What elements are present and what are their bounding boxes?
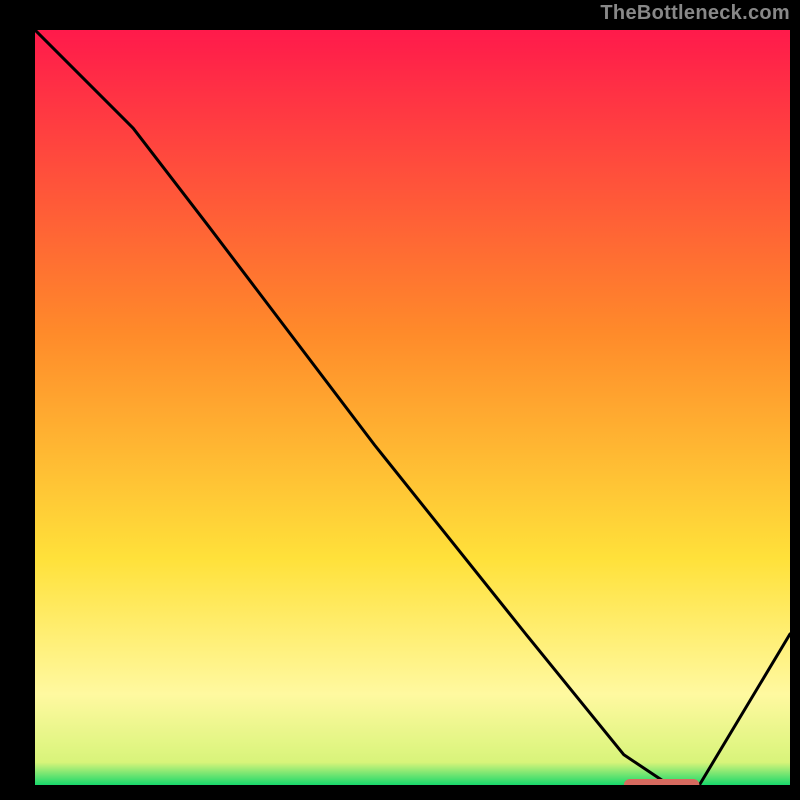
chart-svg [35,30,790,785]
plot-area [35,30,790,785]
optimal-marker [624,779,700,785]
gradient-rect [35,30,790,785]
chart-frame: TheBottleneck.com [0,0,800,800]
attribution-text: TheBottleneck.com [600,2,790,25]
